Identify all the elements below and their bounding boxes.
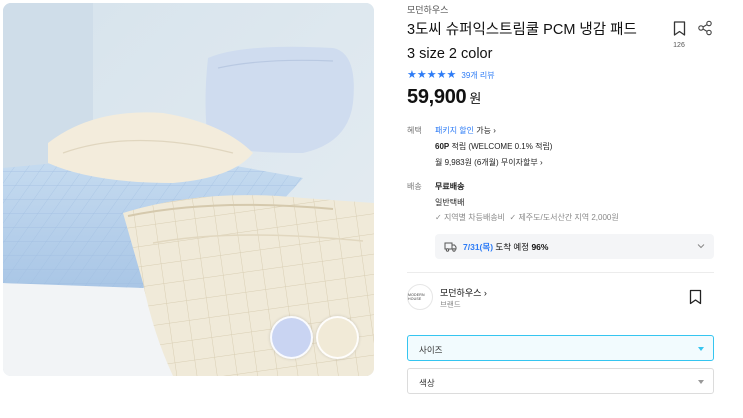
share-button[interactable] [697, 20, 713, 36]
store-logo[interactable]: MODERN HOUSE [407, 284, 433, 310]
points-amount: 60P [435, 142, 450, 151]
benefits-label: 혜택 [407, 126, 422, 135]
product-page: 모던하우스 3도씨 슈퍼익스트림쿨 PCM 냉감 패드 3 size 2 col… [0, 0, 743, 418]
chevron-right-icon: › [493, 126, 496, 135]
shipping-fee-text: 무료배송 [435, 182, 465, 191]
price-value: 59,900 [407, 86, 467, 108]
store-bookmark-button[interactable] [689, 289, 702, 305]
package-discount-suffix: 가능 [476, 126, 491, 135]
installment-text[interactable]: 월 9,983원 (6개월) 무이자할부 [435, 158, 538, 167]
bookmark-button[interactable]: 126 [671, 21, 687, 49]
star-icon: ★ [407, 68, 417, 81]
price: 59,900 원 [407, 86, 481, 109]
bookmark-count: 126 [673, 42, 685, 49]
share-icon [698, 20, 712, 36]
chevron-down-icon [697, 244, 705, 249]
shipping-label: 배송 [407, 182, 422, 191]
caret-down-icon [698, 347, 704, 351]
product-image[interactable] [3, 3, 374, 376]
color-swatch-blue[interactable] [270, 316, 313, 359]
store-name: 모던하우스 [440, 288, 482, 298]
divider [407, 272, 714, 273]
bedding-photo [3, 3, 374, 376]
package-discount-link[interactable]: 패키지 할인 [435, 126, 474, 135]
arrival-date: 7/31(목) [463, 241, 494, 252]
star-icon: ★ [416, 68, 427, 81]
check-icon: ✓ [435, 213, 442, 222]
shipping-note-1: 지역별 차등배송비 [443, 213, 506, 222]
store-name-link[interactable]: 모던하우스 › [440, 286, 487, 299]
review-count-link[interactable]: 39개 리뷰 [461, 70, 494, 81]
store-type: 브랜드 [440, 300, 461, 309]
points-detail: 적립 (WELCOME 0.1% 적립) [451, 142, 553, 151]
arrival-label: 도착 예정 [495, 241, 530, 252]
check-icon: ✓ [509, 213, 517, 222]
size-select[interactable]: 사이즈 [407, 335, 714, 361]
price-currency: 원 [469, 91, 482, 106]
package-discount-row[interactable]: 패키지 할인 가능 › [435, 125, 496, 136]
chevron-right-icon: › [539, 158, 543, 167]
star-icon: ★ [426, 68, 437, 81]
shipping-type: 일반택배 [435, 198, 465, 207]
shipping-notes: ✓ 지역별 차등배송비 ✓ 제주도/도서산간 지역 2,000원 [435, 212, 619, 223]
rating-row[interactable]: ★ ★ ★ ★ ★ 39개 리뷰 [407, 69, 495, 81]
bookmark-icon [673, 21, 685, 36]
arrival-text: 7/31(목) 도착 예정 96% [463, 241, 548, 253]
arrival-percent: 96% [531, 241, 549, 252]
installment-row[interactable]: 월 9,983원 (6개월) 무이자할부 › [435, 157, 543, 168]
star-icon: ★ [446, 68, 457, 81]
shipping-fee: 무료배송 [435, 181, 464, 192]
points-row: 60P 적립 (WELCOME 0.1% 적립) [435, 141, 552, 152]
color-select[interactable]: 색상 [407, 368, 714, 394]
color-select-label: 색상 [419, 378, 435, 388]
bookmark-icon [689, 289, 702, 305]
store-card: MODERN HOUSE 모던하우스 › 브랜드 [407, 284, 714, 310]
store-logo-text: MODERN HOUSE [408, 293, 425, 301]
star-icon: ★ [436, 68, 447, 81]
shipping-note-2: 제주도/도서산간 지역 2,000원 [518, 213, 619, 222]
color-swatch-beige[interactable] [316, 316, 359, 359]
caret-down-icon [698, 380, 704, 384]
truck-icon [444, 242, 457, 252]
brand-name-link[interactable]: 모던하우스 [407, 3, 448, 16]
size-select-label: 사이즈 [419, 345, 443, 355]
product-title: 3도씨 슈퍼익스트림쿨 PCM 냉감 패드 3 size 2 color [407, 22, 637, 62]
chevron-right-icon: › [483, 288, 487, 298]
arrival-estimate-dropdown[interactable]: 7/31(목) 도착 예정 96% [435, 234, 714, 259]
